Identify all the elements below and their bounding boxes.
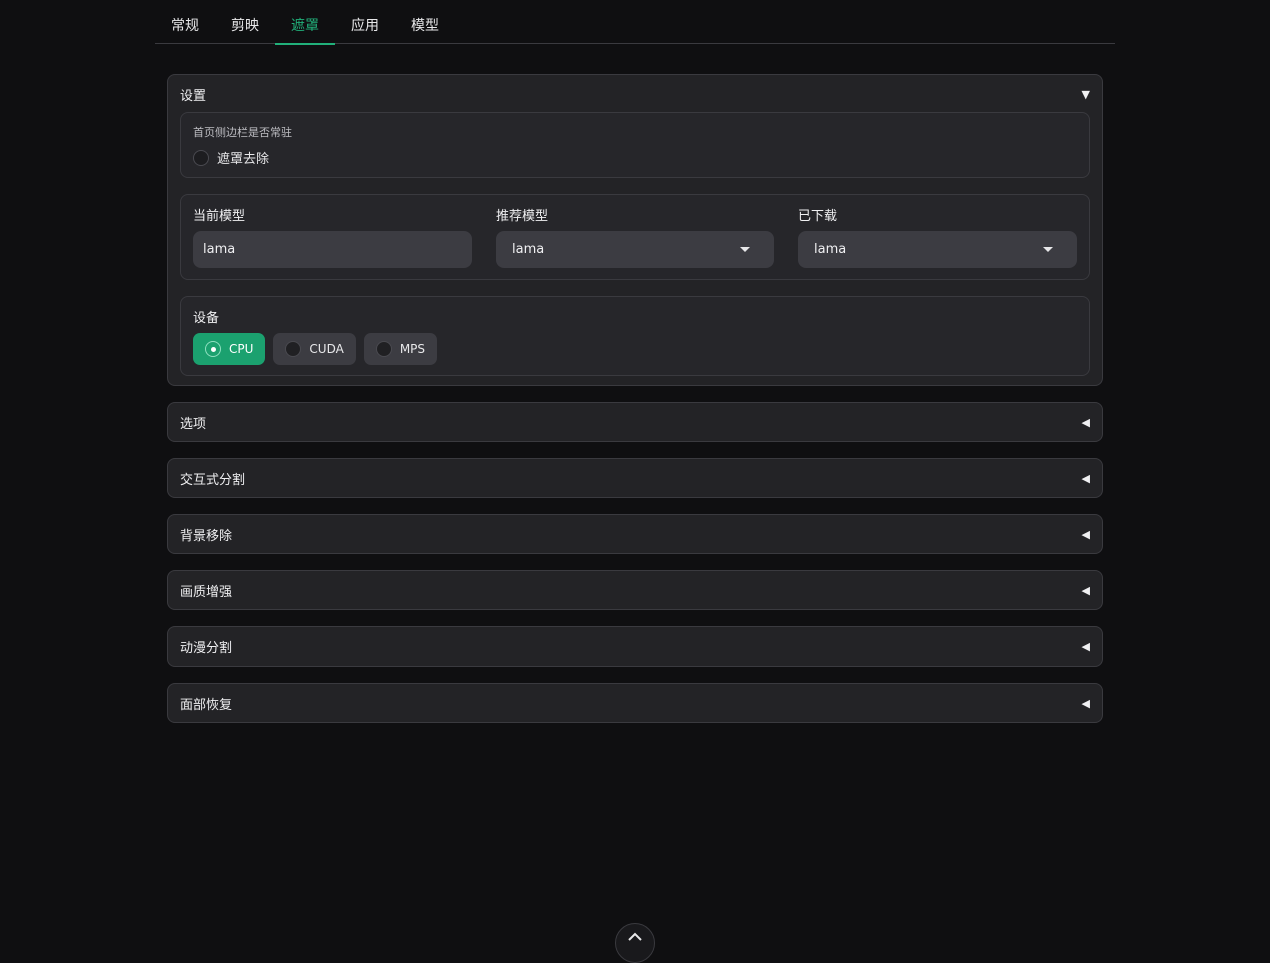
triangle-left-icon: ◀ (1081, 527, 1090, 541)
radio-icon (375, 341, 392, 357)
triangle-left-icon: ◀ (1081, 639, 1090, 653)
device-option-cpu[interactable]: CPU (193, 333, 266, 365)
scroll-top-button[interactable] (615, 923, 655, 963)
options-accordion[interactable]: 选项 ◀ (167, 402, 1103, 442)
tab-apply[interactable]: 应用 (335, 10, 395, 44)
accordion-title: 动漫分割 (180, 640, 233, 656)
downloaded-model-value: lama (814, 242, 847, 257)
recommended-model-dropdown[interactable]: lama (496, 231, 774, 268)
accordion-title: 背景移除 (180, 528, 233, 544)
device-block: 设备 CPU CUDA MPS (180, 296, 1090, 376)
checkbox-mask-removal[interactable] (193, 149, 209, 166)
current-model-input[interactable]: lama (193, 231, 472, 268)
tab-general[interactable]: 常规 (155, 10, 215, 44)
device-option-cuda[interactable]: CUDA (273, 333, 356, 365)
current-model-label: 当前模型 (193, 209, 246, 224)
device-option-label: CPU (229, 342, 254, 356)
device-label: 设备 (193, 311, 220, 326)
settings-title: 设置 (180, 88, 207, 104)
face-restore-accordion[interactable]: 面部恢复 ◀ (167, 683, 1103, 723)
accordion-header[interactable]: 画质增强 ◀ (168, 571, 1102, 609)
radio-selected-icon (205, 341, 221, 357)
accordion-header[interactable]: 面部恢复 ◀ (168, 684, 1102, 722)
chevron-up-icon (628, 932, 642, 941)
settings-accordion-header[interactable]: 设置 ▼ (168, 75, 1102, 113)
current-model-value: lama (203, 242, 236, 257)
settings-accordion: 设置 ▼ 首页侧边栏是否常驻 遮罩去除 当前模型 lama 推荐模型 lama … (167, 74, 1103, 386)
accordion-header[interactable]: 交互式分割 ◀ (168, 459, 1102, 497)
device-radio-group: CPU CUDA MPS (193, 333, 438, 365)
tab-mask[interactable]: 遮罩 (275, 10, 335, 45)
triangle-left-icon: ◀ (1081, 415, 1090, 429)
accordion-title: 面部恢复 (180, 697, 233, 713)
accordion-title: 选项 (180, 416, 207, 432)
device-option-label: MPS (399, 342, 426, 356)
device-option-mps[interactable]: MPS (363, 333, 438, 365)
chevron-down-icon (1043, 247, 1053, 252)
background-removal-accordion[interactable]: 背景移除 ◀ (167, 514, 1103, 554)
sidebar-option-mask-removal[interactable]: 遮罩去除 (193, 148, 269, 167)
tab-bar: 常规 剪映 遮罩 应用 模型 (155, 10, 1115, 45)
device-option-label: CUDA (309, 342, 344, 356)
accordion-header[interactable]: 选项 ◀ (168, 403, 1102, 441)
recommended-model-value: lama (512, 242, 545, 257)
chevron-down-icon (740, 247, 750, 252)
tab-model[interactable]: 模型 (395, 10, 455, 44)
image-enhance-accordion[interactable]: 画质增强 ◀ (167, 570, 1103, 610)
sidebar-option-label: 遮罩去除 (217, 152, 270, 167)
tab-jianying[interactable]: 剪映 (215, 10, 275, 44)
sidebar-pin-block: 首页侧边栏是否常驻 遮罩去除 (180, 112, 1090, 178)
recommended-model-label: 推荐模型 (496, 209, 549, 224)
anime-segmentation-accordion[interactable]: 动漫分割 ◀ (167, 626, 1103, 667)
triangle-down-icon: ▼ (1081, 87, 1090, 101)
downloaded-label: 已下载 (798, 209, 838, 224)
accordion-header[interactable]: 动漫分割 ◀ (168, 627, 1102, 665)
downloaded-model-dropdown[interactable]: lama (798, 231, 1077, 268)
radio-icon (285, 341, 302, 357)
accordion-title: 画质增强 (180, 584, 233, 600)
accordion-header[interactable]: 背景移除 ◀ (168, 515, 1102, 553)
interactive-segmentation-accordion[interactable]: 交互式分割 ◀ (167, 458, 1103, 498)
triangle-left-icon: ◀ (1081, 696, 1090, 710)
model-block: 当前模型 lama 推荐模型 lama 已下载 lama (180, 194, 1090, 280)
sidebar-pin-label: 首页侧边栏是否常驻 (193, 126, 292, 139)
accordion-title: 交互式分割 (180, 472, 246, 488)
triangle-left-icon: ◀ (1081, 583, 1090, 597)
triangle-left-icon: ◀ (1081, 471, 1090, 485)
